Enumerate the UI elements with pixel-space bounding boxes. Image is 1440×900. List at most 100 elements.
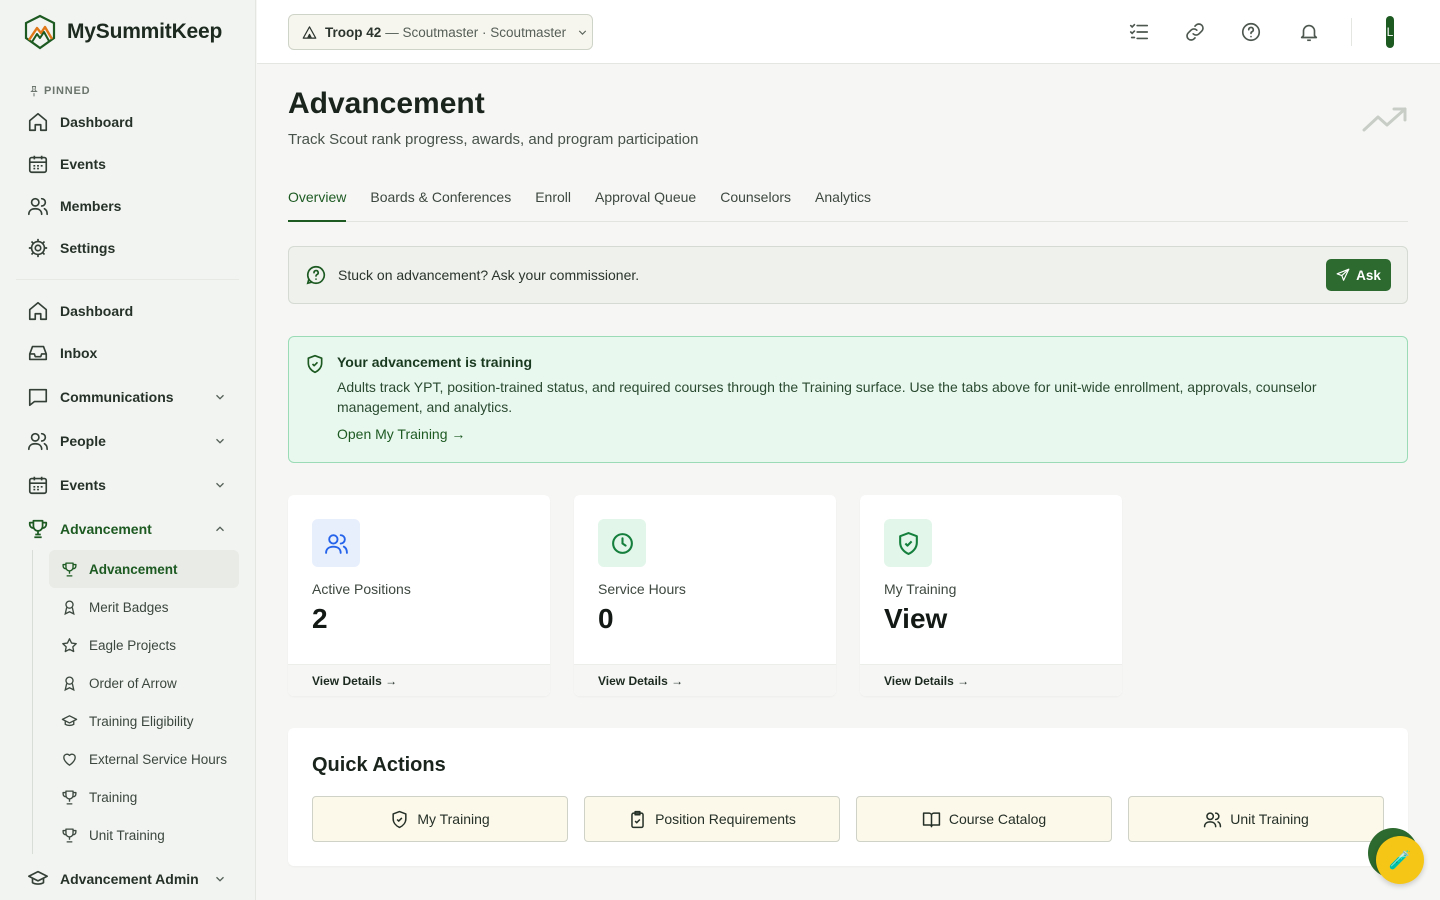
pinned-section-label: PINNED [0, 81, 255, 101]
award-icon [64, 675, 75, 691]
users-icon [324, 533, 348, 554]
stat-label: Active Positions [312, 581, 411, 597]
heart-icon [63, 753, 76, 766]
sidebar-subitem-order-of-arrow[interactable]: Order of Arrow [49, 664, 239, 702]
sidebar-subitem-eagle-projects[interactable]: Eagle Projects [49, 626, 239, 664]
unit-role: — Scoutmaster · Scoutmaster [385, 24, 567, 40]
quick-action-position-requirements[interactable]: Position Requirements [584, 796, 840, 842]
avatar[interactable]: L [1386, 16, 1394, 48]
stat-value: View [884, 603, 948, 634]
stat-value: 2 [312, 603, 328, 634]
chevron-up-icon[interactable] [213, 522, 227, 536]
sidebar-divider [16, 279, 239, 280]
graduation-cap-icon [61, 714, 78, 726]
chevron-down-icon[interactable] [213, 478, 227, 492]
star-icon [62, 637, 77, 652]
trophy-icon [62, 561, 77, 577]
clipboard-check-icon [631, 810, 644, 828]
sidebar-subitem-advancement[interactable]: Advancement [49, 550, 239, 588]
quick-actions-title: Quick Actions [312, 754, 446, 776]
users-icon [28, 197, 48, 216]
quick-action-course-catalog[interactable]: Course Catalog [856, 796, 1112, 842]
tab-boards-conferences[interactable]: Boards & Conferences [370, 185, 511, 222]
sidebar-item-advancement[interactable]: Advancement [0, 508, 255, 550]
unit-selector[interactable]: Troop 42 — Scoutmaster · Scoutmaster [288, 14, 593, 50]
sidebar-item-events[interactable]: Events [0, 462, 255, 508]
sidebar-subitem-unit-training[interactable]: Unit Training [49, 816, 239, 854]
pinned-item-events[interactable]: Events [0, 143, 255, 185]
view-details-link[interactable]: View Details → [860, 664, 1122, 696]
users-icon [28, 432, 48, 451]
mountain-logo-icon [24, 14, 56, 50]
link-icon[interactable] [1184, 21, 1206, 43]
stat-icon-wrapper [312, 519, 360, 567]
quick-action-my-training[interactable]: My Training [312, 796, 568, 842]
sidebar-item-communications[interactable]: Communications [0, 374, 255, 420]
book-open-icon [922, 811, 941, 827]
clock-icon [611, 532, 633, 554]
chevron-down-icon[interactable] [213, 390, 227, 404]
chevron-down-icon[interactable] [213, 434, 227, 448]
sidebar-subitem-merit-badges[interactable]: Merit Badges [49, 588, 239, 626]
sidebar-item-people[interactable]: People [0, 420, 255, 462]
tab-approval-queue[interactable]: Approval Queue [595, 185, 696, 222]
stat-value: 0 [598, 603, 614, 634]
stat-label: Service Hours [598, 581, 686, 597]
stat-card-my-training[interactable]: My Training View View Details → [860, 495, 1122, 696]
training-info-card: Your advancement is training Adults trac… [288, 336, 1408, 463]
help-icon[interactable] [1240, 21, 1262, 43]
stat-card-active-positions[interactable]: Active Positions 2 View Details → [288, 495, 550, 696]
chevron-down-icon [578, 29, 587, 35]
topbar-separator [1351, 18, 1352, 46]
trophy-icon [62, 789, 77, 805]
view-details-link[interactable]: View Details → [288, 664, 550, 696]
pinned-item-settings[interactable]: Settings [0, 227, 255, 269]
checklist-icon[interactable] [1128, 21, 1150, 43]
sidebar-item-dashboard[interactable]: Dashboard [0, 290, 255, 332]
sidebar-item-inbox[interactable]: Inbox [0, 332, 255, 374]
quick-action-unit-training[interactable]: Unit Training [1128, 796, 1384, 842]
open-my-training-link[interactable]: Open My Training → [337, 426, 465, 442]
page-title: Advancement [288, 87, 485, 120]
shield-check-icon [392, 810, 407, 828]
trending-up-icon [1362, 107, 1407, 132]
inbox-icon [28, 345, 48, 361]
commissioner-help-banner: Stuck on advancement? Ask your commissio… [288, 246, 1408, 304]
view-details-link[interactable]: View Details → [574, 664, 836, 696]
sidebar-item-advancement-admin[interactable]: Advancement Admin [0, 858, 255, 900]
chevron-down-icon[interactable] [213, 872, 227, 886]
stat-icon-wrapper [884, 519, 932, 567]
unit-name: Troop 42 [325, 24, 382, 40]
help-banner-text: Stuck on advancement? Ask your commissio… [338, 267, 640, 283]
stat-label: My Training [884, 581, 957, 597]
shield-check-icon [307, 354, 323, 374]
trophy-icon [28, 519, 48, 539]
stat-icon-wrapper [598, 519, 646, 567]
sidebar-subitem-external-service-hours[interactable]: External Service Hours [49, 740, 239, 778]
tab-counselors[interactable]: Counselors [720, 185, 791, 222]
feedback-fab[interactable]: 🧪 [1376, 836, 1424, 884]
pinned-item-members[interactable]: Members [0, 185, 255, 227]
page-subtitle: Track Scout rank progress, awards, and p… [288, 131, 699, 148]
tab-bar: Overview Boards & Conferences Enroll App… [288, 185, 1408, 222]
pin-icon [30, 86, 38, 97]
bell-icon[interactable] [1298, 21, 1320, 43]
tent-icon [302, 25, 317, 39]
help-bubble-icon [306, 265, 326, 285]
stat-card-service-hours[interactable]: Service Hours 0 View Details → [574, 495, 836, 696]
tab-enroll[interactable]: Enroll [535, 185, 571, 222]
users-icon [1204, 811, 1222, 827]
quick-actions-card: Quick Actions My Training Position Requi… [288, 728, 1408, 866]
test-tube-icon: 🧪 [1388, 849, 1412, 870]
brand[interactable]: MySummitKeep [0, 0, 255, 64]
tab-analytics[interactable]: Analytics [815, 185, 871, 222]
send-icon [1336, 268, 1350, 281]
sidebar-subitem-training-eligibility[interactable]: Training Eligibility [49, 702, 239, 740]
sidebar-subitem-training[interactable]: Training [49, 778, 239, 816]
tab-overview[interactable]: Overview [288, 185, 347, 222]
top-bar: Troop 42 — Scoutmaster · Scoutmaster L [257, 0, 1440, 64]
pinned-item-dashboard[interactable]: Dashboard [0, 101, 255, 143]
ask-button[interactable]: Ask [1326, 259, 1391, 291]
brand-name: MySummitKeep [67, 20, 223, 43]
message-icon [28, 388, 48, 407]
